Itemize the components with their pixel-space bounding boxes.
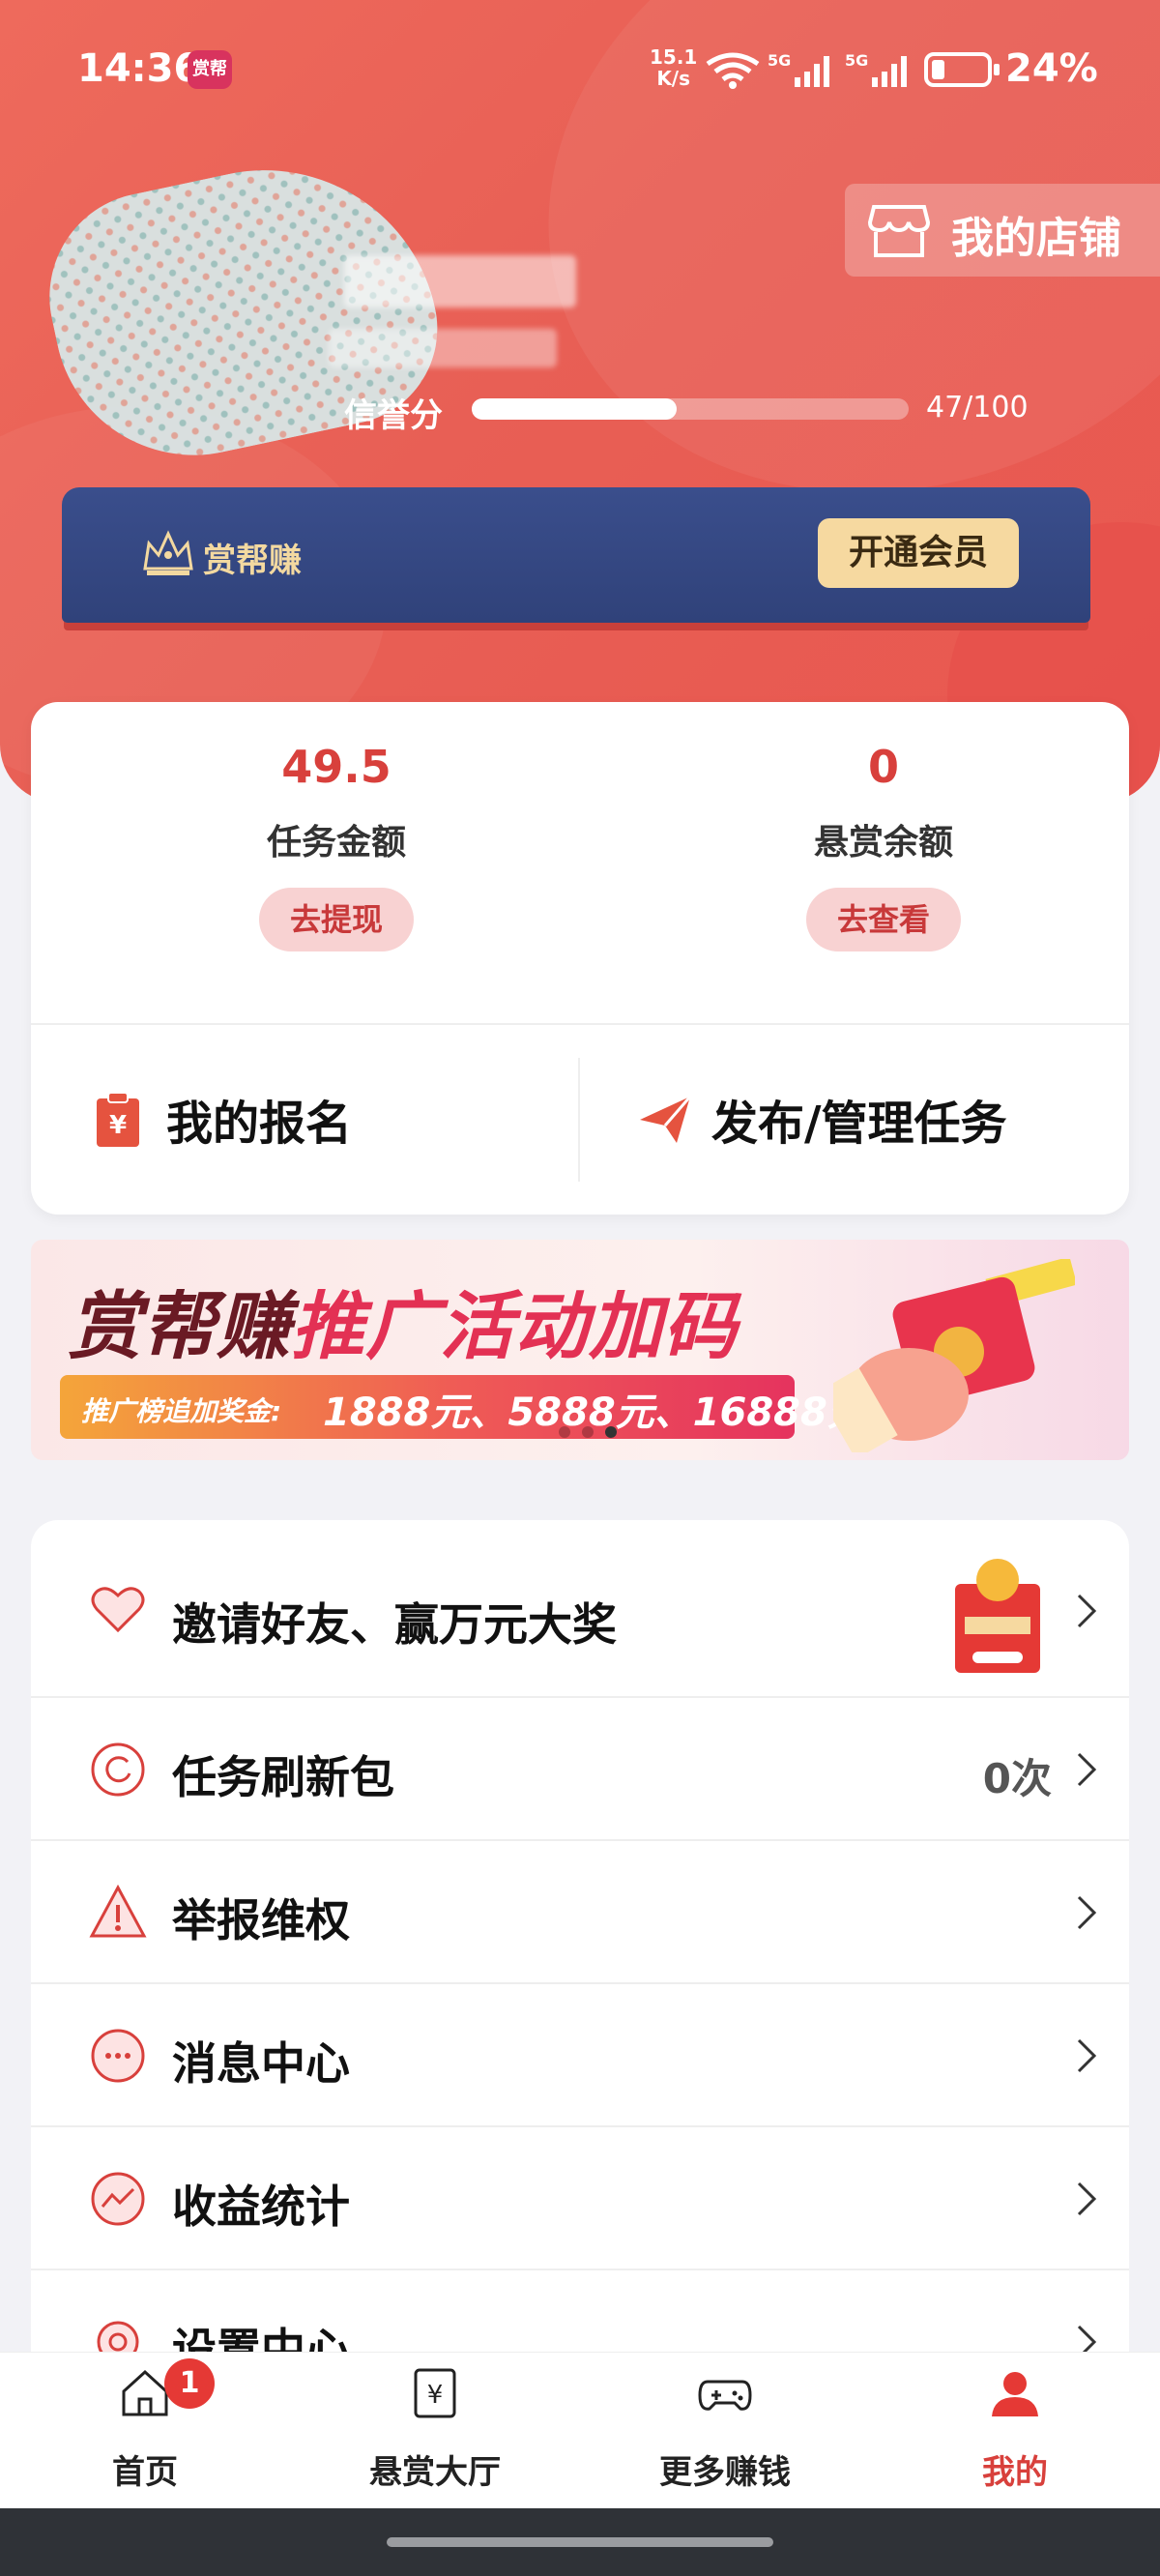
tab-label: 悬赏大厅 [369, 2453, 501, 2492]
warning-icon [89, 1884, 147, 1938]
signal-5g-icon: 5G [845, 51, 907, 87]
tab-label: 我的 [982, 2453, 1048, 2492]
chevron-right-icon [1077, 1895, 1097, 1930]
membership-card[interactable]: 赏帮赚 开通会员 [62, 487, 1090, 623]
banner-bonus-bar: 推广榜追加奖金: 1888元、5888元、16888元 [60, 1375, 866, 1439]
chevron-right-icon [1077, 2038, 1097, 2073]
menu-item-invite[interactable]: 邀请好友、赢万元大奖 [31, 1520, 1129, 1698]
network-speed: 15.1 K/s [650, 46, 697, 89]
clipboard-yen-icon: ¥ [97, 1092, 139, 1147]
pagination-dot[interactable] [559, 1426, 570, 1438]
reward-balance-value: 0 [867, 741, 899, 793]
view-balance-button[interactable]: 去查看 [806, 888, 961, 951]
network-speed-value: 15.1 [650, 45, 698, 69]
battery-icon [924, 52, 1000, 87]
trend-chart-icon [91, 2172, 145, 2226]
pagination-dot-active[interactable] [605, 1426, 617, 1438]
my-signups-label: 我的报名 [166, 1097, 353, 1151]
message-icon [91, 2029, 145, 2083]
banner-title: 赏帮赚推广活动加码 [68, 1267, 738, 1373]
gift-envelope-icon [955, 1559, 1040, 1673]
wallet-card: 49.5 任务金额 去提现 0 悬赏余额 去查看 ¥ 我的报名 发布/管理任务 [31, 702, 1129, 1215]
menu-item-earnings[interactable]: 收益统计 [31, 2127, 1129, 2270]
refresh-pack-count: 0次 [982, 1755, 1052, 1802]
svg-text:¥: ¥ [427, 2381, 444, 2410]
my-store-button[interactable]: 我的店铺 [845, 184, 1160, 277]
store-icon [868, 205, 930, 257]
svg-text:¥: ¥ [109, 1111, 127, 1140]
task-amount-label: 任务金额 [266, 823, 406, 863]
withdraw-button[interactable]: 去提现 [259, 888, 414, 951]
username-redacted [344, 255, 576, 307]
home-badge: 1 [164, 2358, 215, 2409]
reward-balance-label: 悬赏余额 [813, 823, 953, 863]
publish-manage-task-button[interactable]: 发布/管理任务 [580, 1023, 1129, 1215]
chevron-right-icon [1077, 1594, 1097, 1628]
banner-bonus-label: 推广榜追加奖金: [81, 1395, 282, 1427]
tab-label: 更多赚钱 [659, 2453, 791, 2492]
battery-fill [932, 60, 944, 79]
network-speed-unit: K/s [656, 67, 691, 90]
gamepad-icon [698, 2380, 752, 2411]
menu-item-label: 消息中心 [172, 2037, 350, 2090]
membership-brand: 赏帮赚 [203, 542, 302, 580]
yen-document-icon: ¥ [414, 2368, 456, 2418]
credit-score-bar [472, 398, 909, 420]
status-time: 14:36 [77, 46, 201, 91]
menu-item-label: 任务刷新包 [172, 1751, 394, 1803]
app-notification-icon: 赏帮 [188, 50, 232, 89]
status-bar: 14:36 赏帮 15.1 K/s 5G 5G 24% [0, 39, 1160, 97]
banner-title-brand: 赏帮赚 [68, 1283, 291, 1369]
my-store-label: 我的店铺 [951, 214, 1121, 263]
crown-icon [143, 530, 193, 575]
pagination-dot[interactable] [582, 1426, 594, 1438]
refresh-icon [91, 1742, 145, 1797]
task-amount-value: 49.5 [281, 741, 392, 793]
user-icon [992, 2372, 1038, 2416]
tab-mine[interactable]: 我的 [870, 2353, 1160, 2509]
banner-title-highlight: 推广活动加码 [291, 1283, 738, 1369]
menu-item-label: 收益统计 [172, 2181, 350, 2233]
bottom-tab-bar: 1 首页 ¥ 悬赏大厅 更多赚钱 我的 [0, 2352, 1160, 2508]
menu-list: 邀请好友、赢万元大奖 任务刷新包 0次 举报维权 消息中心 收益统计 设置中心 [31, 1520, 1129, 2390]
wifi-icon [706, 52, 760, 89]
credit-score-fill [472, 398, 678, 420]
battery-percentage: 24% [1005, 46, 1098, 91]
menu-item-refresh-pack[interactable]: 任务刷新包 0次 [31, 1698, 1129, 1841]
menu-item-label: 举报维权 [172, 1894, 350, 1947]
credit-score-value: 47/100 [926, 391, 1029, 424]
tab-label: 首页 [112, 2453, 178, 2492]
menu-item-label: 邀请好友、赢万元大奖 [172, 1598, 617, 1651]
user-id-redacted [329, 329, 557, 367]
red-envelope-illustration [833, 1259, 1075, 1452]
tab-home[interactable]: 1 首页 [0, 2353, 290, 2509]
banner-pagination [553, 1423, 623, 1442]
menu-item-report[interactable]: 举报维权 [31, 1841, 1129, 1984]
task-amount-section: 49.5 任务金额 去提现 [143, 741, 530, 951]
svg-text:5G: 5G [768, 51, 791, 70]
credit-score-label: 信誉分 [344, 396, 443, 435]
svg-text:5G: 5G [845, 51, 868, 70]
paper-plane-icon [640, 1096, 692, 1143]
chevron-right-icon [1077, 2181, 1097, 2216]
menu-item-messages[interactable]: 消息中心 [31, 1984, 1129, 2127]
chevron-right-icon [1077, 1752, 1097, 1787]
heart-icon [91, 1587, 145, 1633]
signal-5g-icon: 5G [768, 51, 829, 87]
reward-balance-section: 0 悬赏余额 去查看 [690, 741, 1077, 951]
system-navigation-bar [0, 2508, 1160, 2576]
publish-manage-task-label: 发布/管理任务 [711, 1097, 1007, 1151]
open-membership-button[interactable]: 开通会员 [818, 518, 1019, 588]
home-indicator[interactable] [387, 2537, 773, 2547]
promo-banner[interactable]: 赏帮赚推广活动加码 推广榜追加奖金: 1888元、5888元、16888元 [31, 1240, 1129, 1460]
home-icon [122, 2369, 168, 2416]
my-signups-button[interactable]: ¥ 我的报名 [31, 1023, 578, 1215]
tab-more-earn[interactable]: 更多赚钱 [580, 2353, 870, 2509]
tab-reward-hall[interactable]: ¥ 悬赏大厅 [290, 2353, 580, 2509]
